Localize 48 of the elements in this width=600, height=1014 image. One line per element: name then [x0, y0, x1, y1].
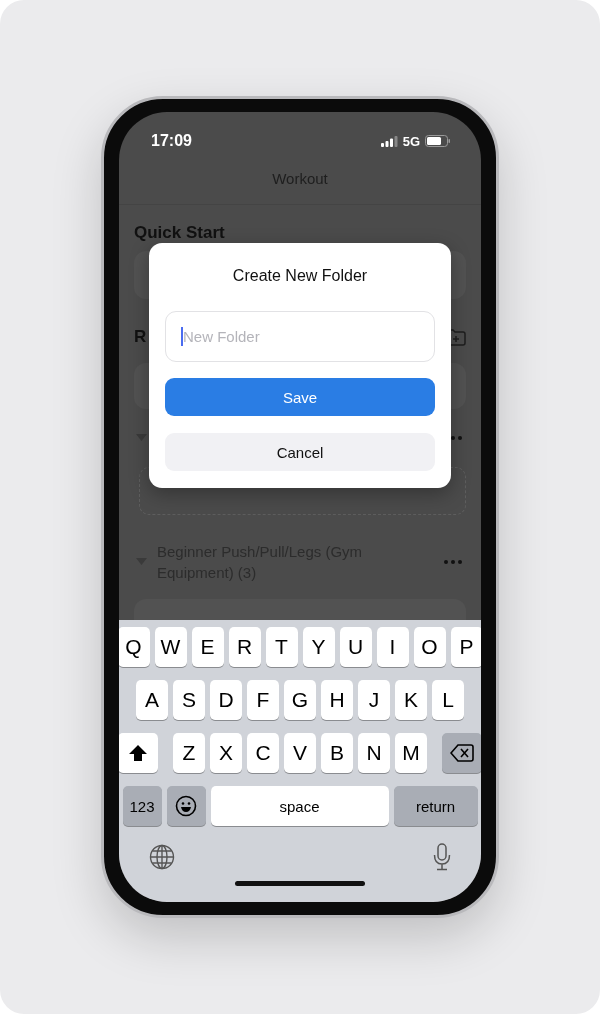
- letter-key[interactable]: U: [339, 627, 372, 667]
- shift-arrow-icon: [128, 744, 148, 762]
- globe-icon[interactable]: [149, 844, 175, 870]
- save-button[interactable]: Save: [165, 378, 435, 416]
- letter-key[interactable]: H: [321, 680, 353, 720]
- letter-key[interactable]: G: [284, 680, 316, 720]
- letter-key[interactable]: E: [191, 627, 224, 667]
- delete-icon: [450, 744, 474, 762]
- letter-key[interactable]: P: [450, 627, 481, 667]
- letter-key[interactable]: F: [247, 680, 279, 720]
- letter-key[interactable]: V: [284, 733, 316, 773]
- section-heading: Quick Start: [134, 223, 225, 243]
- letter-key[interactable]: N: [358, 733, 390, 773]
- battery-icon: [425, 135, 451, 147]
- letter-key[interactable]: L: [432, 680, 464, 720]
- letter-key[interactable]: B: [321, 733, 353, 773]
- numbers-key[interactable]: 123: [122, 786, 162, 826]
- space-key[interactable]: space: [210, 786, 389, 826]
- status-time: 17:09: [151, 132, 192, 150]
- letter-key[interactable]: X: [210, 733, 242, 773]
- letter-key[interactable]: I: [376, 627, 409, 667]
- microphone-icon[interactable]: [433, 843, 451, 871]
- letter-key[interactable]: Q: [119, 627, 150, 667]
- emoji-key[interactable]: [166, 786, 206, 826]
- shift-key[interactable]: [119, 733, 158, 773]
- letter-key[interactable]: D: [210, 680, 242, 720]
- folder-name-field[interactable]: New Folder: [165, 311, 435, 362]
- letter-key[interactable]: S: [173, 680, 205, 720]
- letter-key[interactable]: T: [265, 627, 298, 667]
- emoji-icon: [175, 795, 197, 817]
- network-label: 5G: [402, 133, 420, 149]
- letter-key[interactable]: C: [247, 733, 279, 773]
- letter-key[interactable]: W: [154, 627, 187, 667]
- cancel-button[interactable]: Cancel: [165, 433, 435, 471]
- letter-key[interactable]: J: [358, 680, 390, 720]
- letter-key[interactable]: Z: [173, 733, 205, 773]
- letter-key[interactable]: Y: [302, 627, 335, 667]
- letter-key[interactable]: A: [136, 680, 168, 720]
- signal-icon: [380, 135, 398, 147]
- return-key[interactable]: return: [393, 786, 478, 826]
- section-heading: R: [134, 327, 147, 347]
- dialog-title: Create New Folder: [232, 267, 368, 285]
- letter-key[interactable]: R: [228, 627, 261, 667]
- letter-key[interactable]: O: [413, 627, 446, 667]
- text-cursor: [181, 327, 183, 346]
- letter-key[interactable]: M: [395, 733, 427, 773]
- delete-key[interactable]: [442, 733, 481, 773]
- letter-key[interactable]: K: [395, 680, 427, 720]
